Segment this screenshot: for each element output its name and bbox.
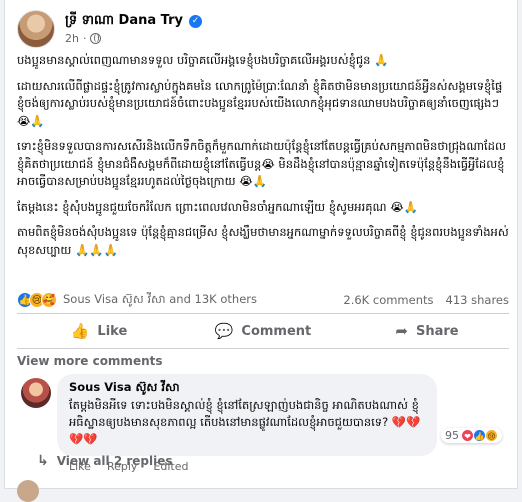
reply-arrow-icon: ↳ bbox=[37, 453, 49, 469]
post-paragraph: បងប្អូនមានស្គាល់ពេញណាមានទទួល បរិច្ចាគលើអ… bbox=[17, 53, 389, 67]
post-header: ទ្រី ទាណា Dana Try ✓ 2h · bbox=[17, 8, 507, 52]
post-paragraph: តែម្តងនេះ ខ្ញុំសុំបងប្អូនជួយចែករំលែក ព្រ… bbox=[17, 199, 418, 214]
comment-text: តែម្តងមិនអីទេ ទោះបងមិនស្គាល់ខ្ញុំ ខ្ញុំន… bbox=[69, 398, 421, 446]
post-paragraph: តាមពិតខ្ញុំមិនចង់សុំបងប្អូនទេ ប៉ុន្តែខ្ញ… bbox=[17, 225, 509, 257]
comment-button[interactable]: 💬 Comment bbox=[181, 318, 345, 344]
share-button[interactable]: ➦ Share bbox=[345, 318, 509, 344]
reaction-summary[interactable]: Sous Visa ស៊ូស វីសា and 13K others bbox=[63, 292, 257, 309]
share-icon: ➦ bbox=[395, 322, 408, 340]
reaction-bar: 👍 😢 🥰 Sous Visa ស៊ូស វីសា and 13K others… bbox=[17, 291, 509, 309]
comment-label: Comment bbox=[241, 323, 312, 339]
view-replies-link[interactable]: ↳ View all 2 replies bbox=[37, 453, 173, 469]
post-body: បងប្អូនមានស្គាល់ពេញណាមានទទួល បរិច្ចាគលើអ… bbox=[17, 52, 509, 267]
thumbs-up-icon: 👍 bbox=[70, 322, 90, 340]
post-time[interactable]: 2h bbox=[65, 32, 79, 45]
post-meta: 2h · bbox=[65, 32, 102, 45]
share-label: Share bbox=[415, 323, 459, 339]
meta-separator: · bbox=[82, 32, 87, 45]
commenter-avatar[interactable] bbox=[21, 378, 51, 408]
divider bbox=[17, 313, 509, 314]
comment-bubble: Sous Visa ស៊ូស វីសា តែម្តងមិនអីទេ ទោះបងម… bbox=[57, 374, 437, 456]
post-card: ទ្រី ទាណា Dana Try ✓ 2h · បងប្អូនមានស្គា… bbox=[4, 0, 518, 502]
divider bbox=[17, 348, 509, 349]
share-count[interactable]: 413 shares bbox=[446, 293, 509, 307]
sad-reaction-icon: 😢 bbox=[485, 429, 498, 442]
comment-reaction-count: 95 bbox=[445, 429, 459, 442]
author-avatar[interactable] bbox=[17, 10, 55, 48]
commenter-name[interactable]: Sous Visa ស៊ូស វីសា bbox=[69, 380, 425, 397]
view-replies-label: View all 2 replies bbox=[56, 454, 173, 468]
care-reaction-icon[interactable]: 🥰 bbox=[41, 292, 57, 308]
action-bar: 👍 Like 💬 Comment ➦ Share bbox=[17, 318, 509, 344]
current-user-avatar bbox=[17, 480, 39, 502]
post-paragraph: ដោយសារលើពីផ្លាដផ្ទះខ្ញុំត្រូវការស្លាប់ក្… bbox=[17, 78, 503, 128]
author-name[interactable]: ទ្រី ទាណា Dana Try bbox=[65, 12, 183, 31]
verified-badge-icon: ✓ bbox=[189, 15, 202, 28]
view-more-comments-link[interactable]: View more comments bbox=[17, 354, 163, 368]
like-button[interactable]: 👍 Like bbox=[17, 318, 181, 344]
comment-icon: 💬 bbox=[214, 322, 234, 340]
comment-count[interactable]: 2.6K comments bbox=[343, 293, 433, 307]
like-label: Like bbox=[97, 323, 128, 339]
comment-reactions[interactable]: 95 ❤ 👍 😢 bbox=[441, 428, 502, 443]
globe-icon bbox=[90, 33, 102, 44]
post-paragraph: ទោះខ្ញុំមិនទទួលបានការសសើរនិងលើកទឹកចិត្តក… bbox=[17, 139, 506, 188]
